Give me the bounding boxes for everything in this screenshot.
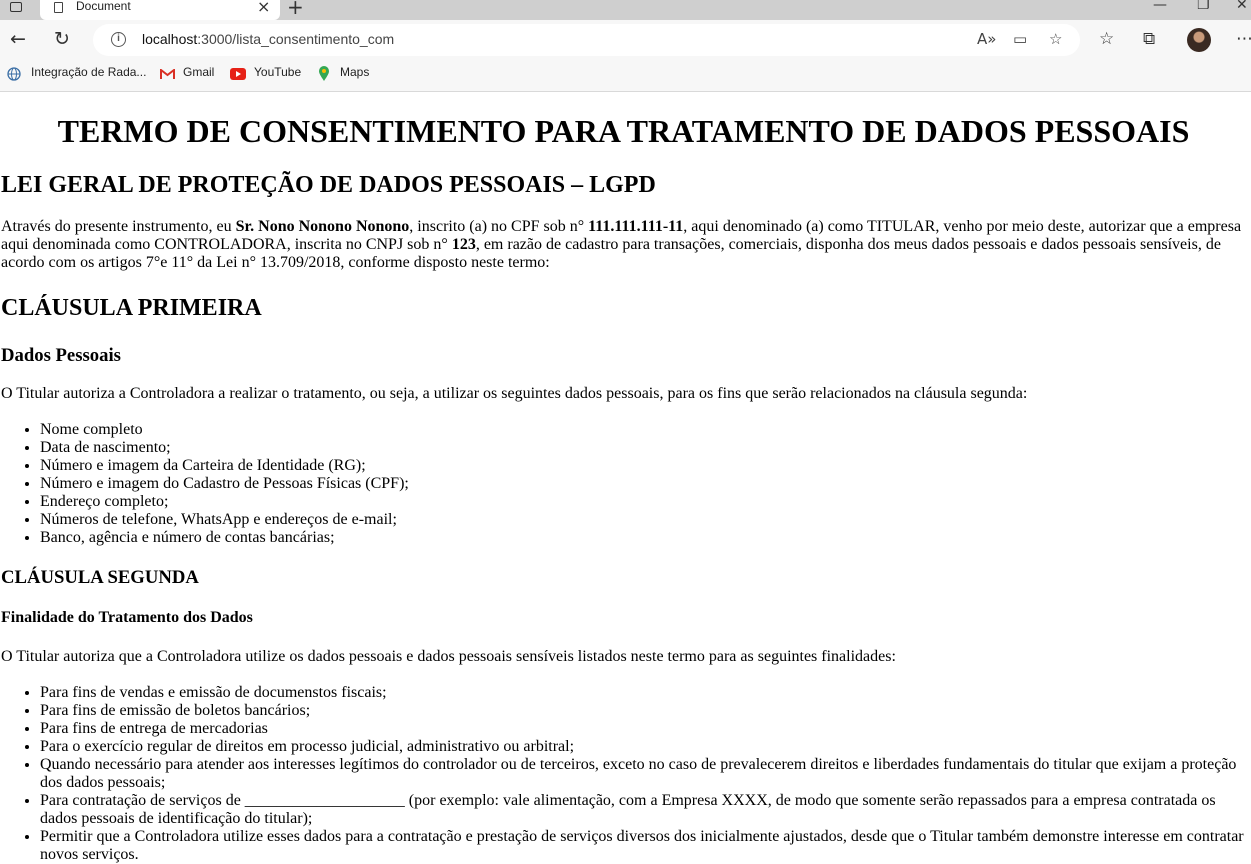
info-icon[interactable]: i — [111, 32, 126, 47]
clause-2-heading: CLÁUSULA SEGUNDA — [1, 567, 199, 588]
clause-1-heading: CLÁUSULA PRIMEIRA — [1, 295, 262, 321]
address-bar[interactable]: i localhost:3000/lista_consentimento_com… — [93, 24, 1080, 56]
collections-icon[interactable]: ⧉ — [1143, 29, 1155, 49]
list-item: Banco, agência e número de contas bancár… — [40, 529, 1246, 547]
clause-2-text: O Titular autoriza que a Controladora ut… — [1, 648, 896, 665]
add-favorite-icon[interactable]: ☆ — [1049, 30, 1062, 48]
new-tab-icon[interactable]: + — [287, 0, 304, 19]
list-item: Para o exercício regular de direitos em … — [40, 738, 1246, 756]
list-item: Nome completo — [40, 421, 1246, 439]
list-item: Permitir que a Controladora utilize esse… — [40, 828, 1246, 864]
controladora-cnpj: 123 — [451, 236, 476, 253]
bookmarks-bar: Integração de Rada... Gmail YouTube Maps — [0, 60, 1251, 92]
list-item: Números de telefone, WhatsApp e endereço… — [40, 511, 1246, 529]
youtube-icon — [230, 68, 246, 80]
list-item: Para fins de entrega de mercadorias — [40, 720, 1246, 738]
titular-name: Sr. Nono Nonono Nonono — [235, 218, 410, 235]
more-icon[interactable]: ⋯ — [1236, 29, 1251, 49]
intro-paragraph: Através do presente instrumento, eu Sr. … — [1, 218, 1242, 271]
gmail-icon — [160, 69, 175, 79]
list-item: Para fins de emissão de boletos bancário… — [40, 702, 1246, 720]
restore-icon[interactable]: ❐ — [1197, 0, 1210, 13]
browser-toolbar: ← ↻ i localhost:3000/lista_consentimento… — [0, 20, 1251, 60]
bookmark-youtube[interactable]: YouTube — [254, 65, 301, 79]
page-title: TERMO DE CONSENTIMENTO PARA TRATAMENTO D… — [57, 113, 1190, 149]
law-heading: LEI GERAL DE PROTEÇÃO DE DADOS PESSOAIS … — [1, 172, 656, 198]
avatar[interactable] — [1187, 28, 1211, 52]
clause-1-list: Nome completo Data de nascimento; Número… — [1, 421, 1246, 547]
titular-cpf: 111.111.111-11 — [588, 218, 684, 235]
list-item: Número e imagem da Carteira de Identidad… — [40, 457, 1246, 475]
reader-view-icon[interactable]: ▭ — [1013, 30, 1027, 48]
bookmark-maps[interactable]: Maps — [340, 65, 369, 79]
minimize-icon[interactable]: — — [1153, 0, 1167, 13]
bookmark-gmail[interactable]: Gmail — [183, 65, 214, 79]
clause-1-text: O Titular autoriza a Controladora a real… — [1, 385, 1028, 402]
read-aloud-icon[interactable]: A» — [977, 30, 996, 48]
back-icon[interactable]: ← — [10, 28, 26, 50]
maps-icon — [319, 66, 329, 81]
tab-actions-icon[interactable] — [10, 2, 22, 12]
list-item: Para contratação de serviços de ________… — [40, 792, 1246, 828]
bookmark-integracao[interactable]: Integração de Rada... — [31, 65, 146, 79]
list-item: Para fins de vendas e emissão de documen… — [40, 684, 1246, 702]
list-item: Número e imagem do Cadastro de Pessoas F… — [40, 475, 1246, 493]
tab-bar: Document × + — ❐ ✕ — [0, 0, 1251, 20]
list-item: Quando necessário para atender aos inter… — [40, 756, 1246, 792]
close-tab-icon[interactable]: × — [257, 0, 270, 16]
page-content: TERMO DE CONSENTIMENTO PARA TRATAMENTO D… — [1, 92, 1246, 864]
refresh-icon[interactable]: ↻ — [54, 28, 70, 50]
globe-icon — [7, 67, 21, 81]
clause-1-subheading: Dados Pessoais — [1, 345, 121, 366]
document-icon — [54, 2, 63, 13]
list-item: Endereço completo; — [40, 493, 1246, 511]
close-window-icon[interactable]: ✕ — [1236, 0, 1248, 13]
clause-2-subheading: Finalidade do Tratamento dos Dados — [1, 609, 253, 626]
favorites-icon[interactable]: ☆ — [1099, 29, 1114, 49]
list-item: Data de nascimento; — [40, 439, 1246, 457]
tab-title: Document — [76, 0, 131, 13]
url-text[interactable]: localhost:3000/lista_consentimento_com — [142, 31, 394, 47]
clause-2-list: Para fins de vendas e emissão de documen… — [1, 684, 1246, 864]
